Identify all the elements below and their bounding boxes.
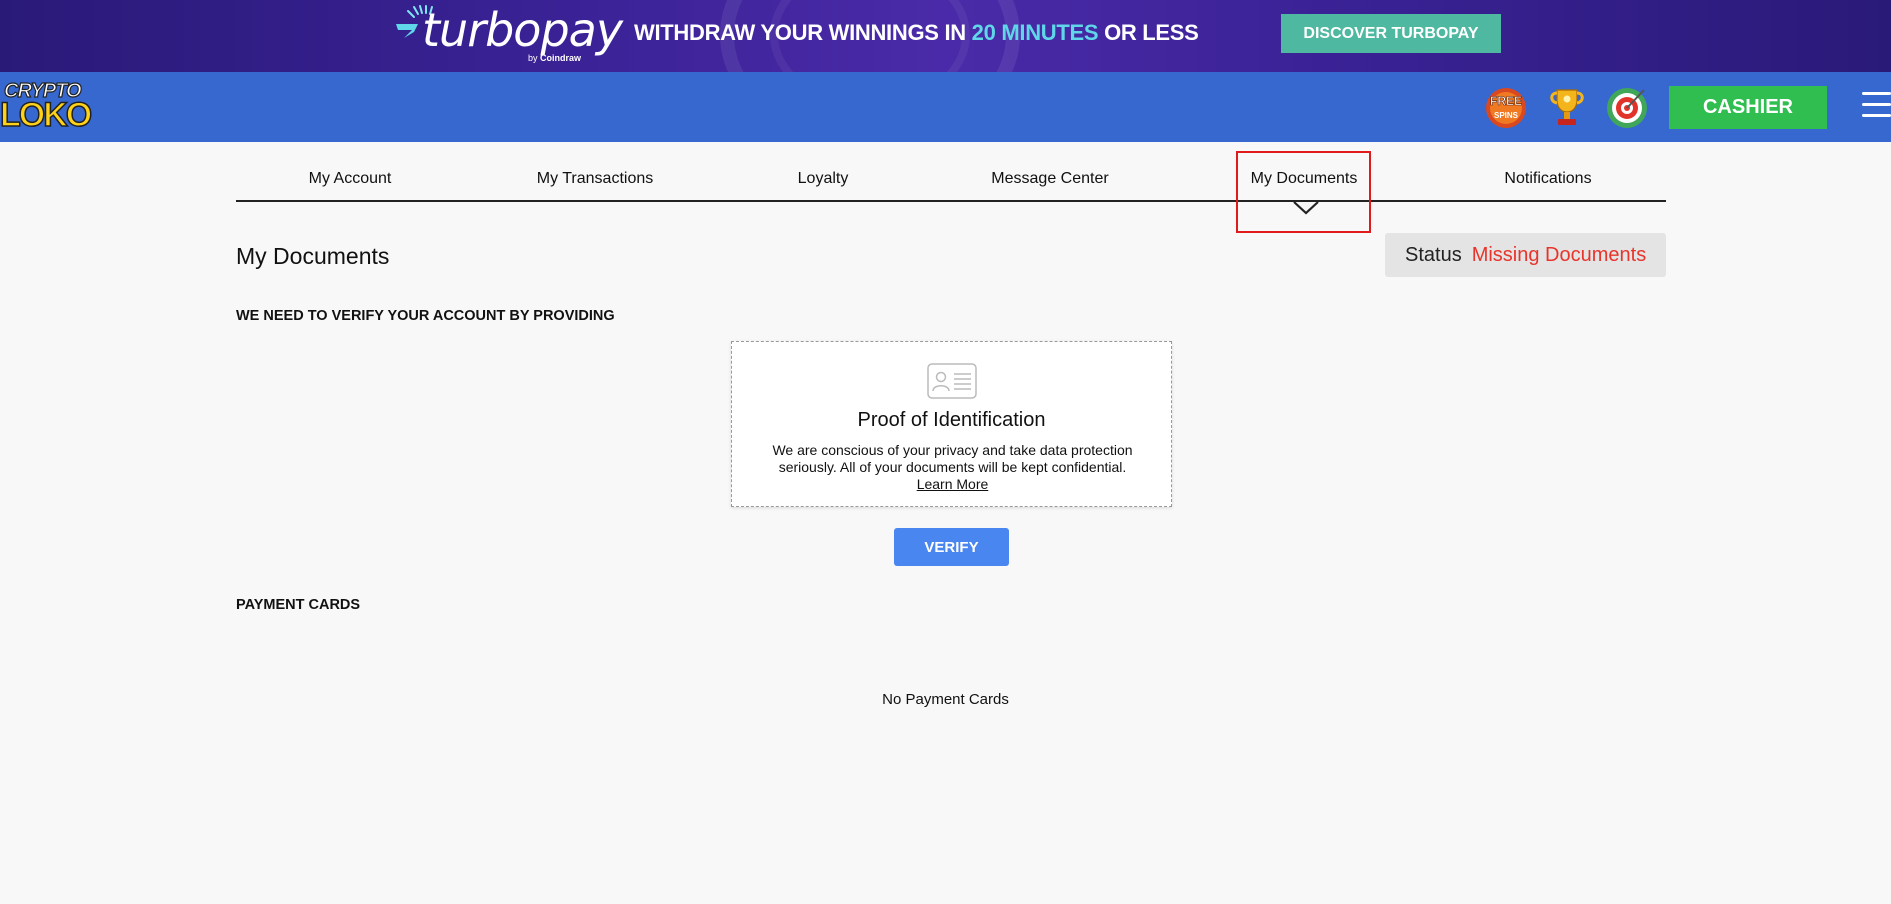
cashier-button[interactable]: CASHIER: [1669, 86, 1827, 129]
turbopay-wordmark: turbopay: [422, 3, 623, 57]
free-spins-icon[interactable]: FREE SPINS: [1483, 84, 1529, 130]
card-description: We are conscious of your privacy and tak…: [772, 442, 1133, 492]
turbopay-byline: by Coindraw: [528, 53, 582, 63]
page-title: My Documents: [236, 243, 390, 269]
promo-headline: WITHDRAW YOUR WINNINGS IN 20 MINUTES OR …: [634, 20, 1199, 45]
proof-of-identification-card[interactable]: Proof of Identification We are conscious…: [731, 341, 1172, 507]
status-badge: Status Missing Documents: [1385, 233, 1666, 277]
status-value: Missing Documents: [1471, 243, 1647, 266]
discover-turbopay-button[interactable]: DISCOVER TURBOPAY: [1281, 14, 1501, 53]
card-title: Proof of Identification: [857, 409, 1046, 431]
status-label: Status: [1405, 243, 1462, 266]
tab-loyalty[interactable]: Loyalty: [798, 170, 849, 188]
free-spins-text-top: FREE: [1490, 94, 1522, 108]
no-payment-cards-text: No Payment Cards: [882, 691, 1009, 708]
id-card-icon: [927, 363, 977, 399]
learn-more-link[interactable]: Learn More: [917, 476, 989, 492]
trophy-icon[interactable]: [1544, 84, 1590, 130]
hamburger-menu-icon[interactable]: [1862, 92, 1891, 122]
tab-my-account[interactable]: My Account: [309, 170, 392, 188]
promo-banner: turbopay by Coindraw WITHDRAW YOUR WINNI…: [0, 0, 1891, 72]
logo-text-bottom: LOKO: [0, 95, 93, 135]
free-spins-text-bottom: SPINS: [1494, 111, 1519, 120]
account-tabs: My Account My Transactions Loyalty Messa…: [236, 142, 1666, 202]
verify-section-title: WE NEED TO VERIFY YOUR ACCOUNT BY PROVID…: [236, 308, 615, 324]
site-header: CRYPTO LOKO FREE SPINS CASHIER: [0, 72, 1891, 142]
verify-button[interactable]: VERIFY: [894, 528, 1009, 566]
crypto-loko-logo[interactable]: CRYPTO LOKO: [0, 79, 93, 136]
target-icon[interactable]: [1604, 84, 1650, 130]
tab-my-transactions[interactable]: My Transactions: [537, 170, 653, 188]
tab-message-center[interactable]: Message Center: [991, 170, 1108, 188]
payment-cards-title: PAYMENT CARDS: [236, 597, 361, 613]
selection-highlight: [1236, 151, 1371, 233]
tab-notifications[interactable]: Notifications: [1504, 170, 1591, 188]
